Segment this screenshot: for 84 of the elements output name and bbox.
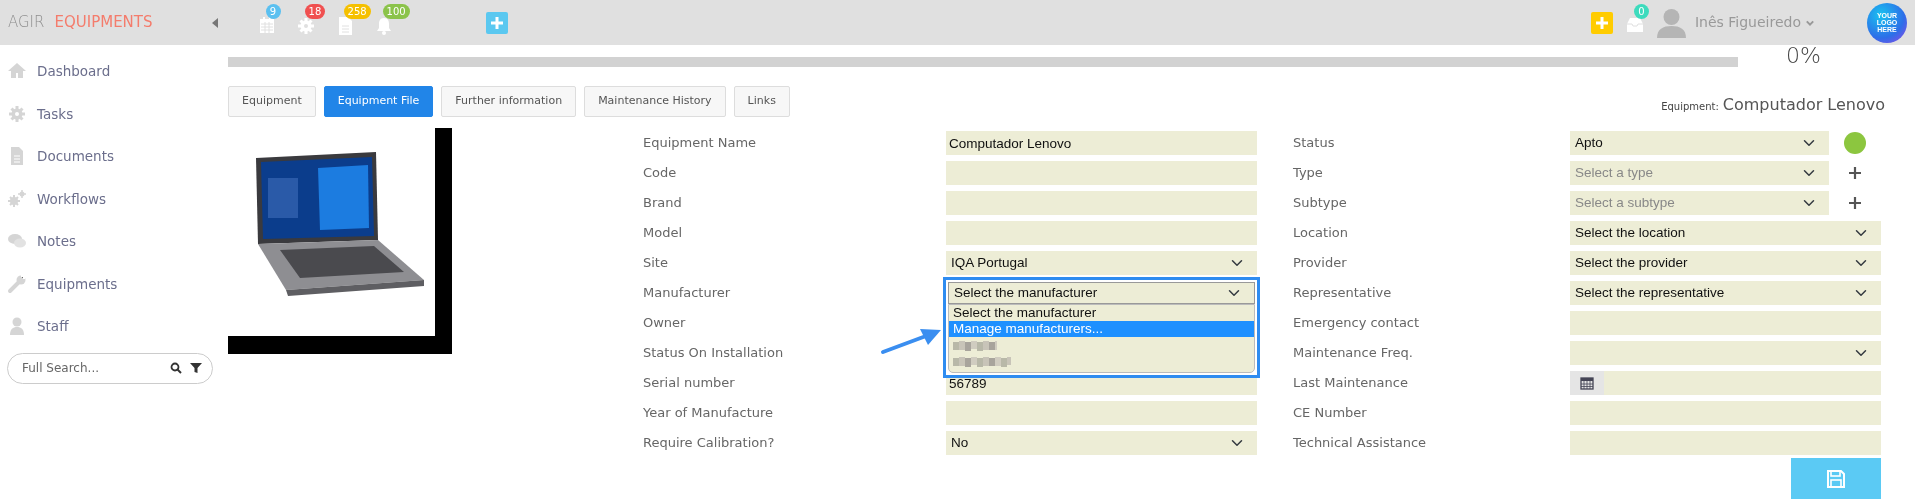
blurred-text <box>953 354 1011 368</box>
count-badge: 9 <box>265 3 281 19</box>
sidebar-item[interactable]: Tasks <box>37 103 74 124</box>
add-button[interactable] <box>1590 11 1613 34</box>
dropdown-option[interactable]: Select the manufacturer <box>949 305 1254 321</box>
equipment-caption-label: Equipment: <box>1661 100 1719 114</box>
save-icon <box>1826 468 1846 489</box>
field-label: Representative <box>1293 284 1392 303</box>
select-field[interactable]: No <box>946 431 1257 455</box>
field-label: Require Calibration? <box>643 434 775 453</box>
count-badge: 258 <box>343 3 371 19</box>
select-field[interactable]: Select the location <box>1570 221 1881 245</box>
input-field[interactable] <box>946 221 1257 245</box>
date-field[interactable] <box>1604 371 1881 395</box>
field-label: Serial number <box>643 374 735 393</box>
field-label: Year of Manufacture <box>643 404 774 423</box>
tab[interactable]: Further information <box>441 86 577 117</box>
select-field[interactable]: Select the representative <box>1570 281 1881 305</box>
plus-icon[interactable] <box>1849 197 1861 209</box>
input-field[interactable] <box>946 401 1257 425</box>
field-label: Owner <box>643 314 686 333</box>
field-label: Manufacturer <box>643 284 731 303</box>
equipment-caption-name: Computador Lenovo <box>1722 94 1885 116</box>
field-label: Equipment Name <box>643 134 757 153</box>
select-field[interactable]: Apto <box>1570 131 1829 155</box>
input-field[interactable]: Computador Lenovo <box>946 131 1257 155</box>
select-field[interactable]: IQA Portugal <box>946 251 1257 275</box>
field-label: Status On Installation <box>643 344 784 363</box>
sidebar-item[interactable]: Dashboard <box>37 61 111 82</box>
field-label: Brand <box>643 194 682 213</box>
avatar-icon[interactable] <box>1655 7 1687 38</box>
select-field[interactable]: Select the provider <box>1570 251 1881 275</box>
sidebar-item[interactable]: Notes <box>37 231 76 252</box>
count-badge: 0 <box>1633 3 1649 19</box>
sidebar-item[interactable]: Equipments <box>37 273 118 294</box>
field-label: Code <box>643 164 677 183</box>
add-button[interactable] <box>485 11 508 34</box>
app-name: AGIR <box>8 12 45 34</box>
input-field[interactable] <box>946 191 1257 215</box>
select-field[interactable]: Select the manufacturer <box>948 282 1255 304</box>
field-label: CE Number <box>1293 404 1367 423</box>
calendar-icon <box>1580 376 1594 390</box>
person-icon <box>7 316 27 337</box>
plus-icon <box>1595 16 1608 29</box>
caret-icon <box>1805 18 1815 27</box>
field-label: Status <box>1293 134 1335 153</box>
wrench-icon <box>7 273 27 294</box>
collapse-icon[interactable] <box>210 17 219 28</box>
filter-icon[interactable] <box>190 362 202 374</box>
tab[interactable]: Maintenance History <box>584 86 726 117</box>
tab[interactable]: Links <box>733 86 790 117</box>
save-button[interactable] <box>1791 458 1881 499</box>
input-field[interactable] <box>1570 311 1881 335</box>
field-label: Location <box>1293 224 1348 243</box>
search-icon[interactable] <box>170 362 182 374</box>
field-label: Last Maintenance <box>1293 374 1408 393</box>
blurred-text <box>953 338 997 352</box>
calendar-button[interactable] <box>1570 371 1604 395</box>
progress-percentage: 0% <box>1786 45 1821 67</box>
gear-icon <box>7 103 27 124</box>
gears-icon <box>7 188 27 209</box>
field-label: Maintenance Freq. <box>1293 344 1413 363</box>
field-label: Provider <box>1293 254 1347 273</box>
sidebar-item[interactable]: Staff <box>37 316 69 337</box>
tab[interactable]: Equipment File <box>323 86 434 117</box>
select-field[interactable] <box>1570 341 1881 365</box>
input-field[interactable] <box>1570 431 1881 455</box>
field-label: Technical Assistance <box>1293 434 1427 453</box>
pointer-arrow <box>880 326 942 356</box>
field-label: Subtype <box>1293 194 1347 213</box>
count-badge: 100 <box>382 3 410 19</box>
input-field[interactable] <box>946 161 1257 185</box>
field-label: Emergency contact <box>1293 314 1420 333</box>
plus-icon <box>490 16 503 29</box>
count-badge: 18 <box>304 3 326 19</box>
field-label: Site <box>643 254 668 273</box>
sidebar-item[interactable]: Workflows <box>37 188 107 209</box>
field-label: Model <box>643 224 683 243</box>
plus-icon[interactable] <box>1849 167 1861 179</box>
tab[interactable]: Equipment <box>228 86 316 117</box>
field-label: Type <box>1293 164 1323 183</box>
sidebar-item[interactable]: Documents <box>37 146 114 167</box>
input-field[interactable] <box>1570 401 1881 425</box>
module-name: EQUIPMENTS <box>54 12 153 34</box>
